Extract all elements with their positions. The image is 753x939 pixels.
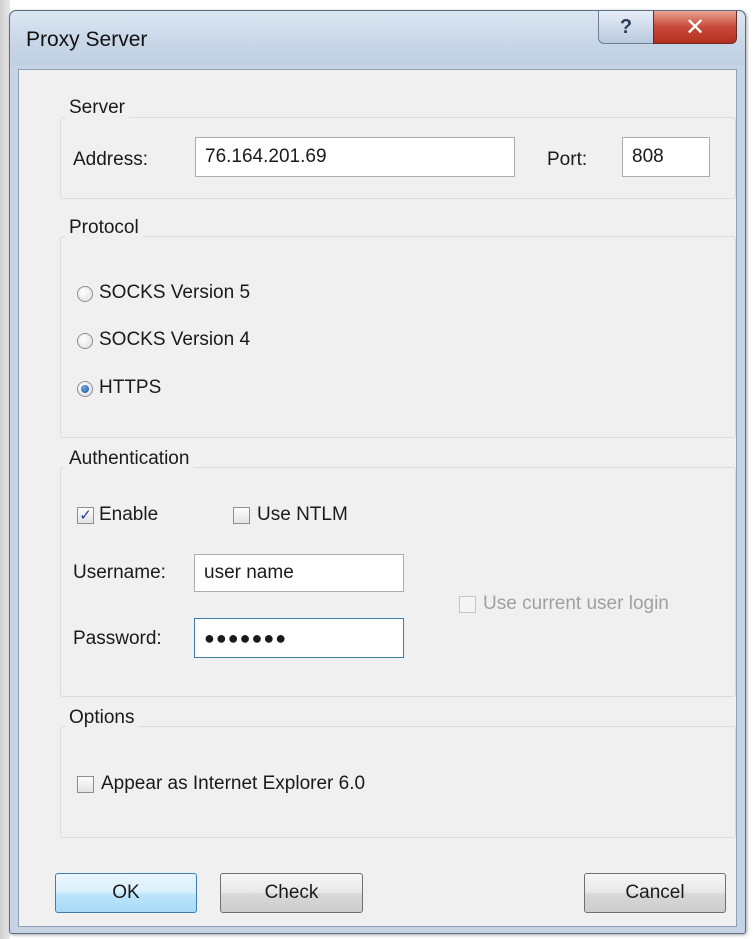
help-icon: ?: [619, 15, 633, 38]
address-field[interactable]: 76.164.201.69: [195, 137, 515, 177]
close-button[interactable]: ✕: [653, 11, 737, 44]
enable-checkbox-box[interactable]: ✓: [77, 507, 94, 524]
options-group-label: Options: [65, 707, 139, 729]
ok-button[interactable]: OK: [55, 873, 197, 913]
port-label: Port:: [547, 149, 588, 170]
close-icon: ✕: [684, 13, 706, 41]
proxy-server-dialog: Proxy Server ? ✕ Server Address: 76.164.…: [9, 10, 746, 934]
use-ntlm-checkbox-label[interactable]: Use NTLM: [257, 504, 348, 526]
radio-socks4-button[interactable]: [77, 333, 93, 349]
dialog-client-area: Server Address: 76.164.201.69 Port: 808 …: [18, 69, 737, 927]
password-field[interactable]: ●●●●●●●: [194, 618, 404, 658]
title-bar[interactable]: Proxy Server ? ✕: [10, 11, 745, 65]
help-button[interactable]: ?: [598, 11, 654, 44]
address-value: 76.164.201.69: [205, 146, 327, 167]
check-button[interactable]: Check: [220, 873, 363, 913]
appear-ie-checkbox-label[interactable]: Appear as Internet Explorer 6.0: [101, 773, 365, 795]
enable-checkbox-label[interactable]: Enable: [99, 504, 158, 526]
check-button-label: Check: [264, 882, 319, 903]
radio-https-button[interactable]: [77, 381, 93, 397]
authentication-group-label: Authentication: [65, 448, 194, 470]
cancel-button-label: Cancel: [625, 882, 685, 903]
dialog-title: Proxy Server: [26, 28, 148, 51]
use-ntlm-checkbox-box[interactable]: [233, 507, 250, 524]
port-value: 808: [632, 146, 664, 167]
password-value: ●●●●●●●: [204, 627, 288, 648]
ok-button-label: OK: [112, 882, 140, 903]
username-label: Username:: [73, 562, 166, 583]
radio-https-label[interactable]: HTTPS: [99, 377, 161, 399]
protocol-group-label: Protocol: [65, 217, 143, 239]
radio-socks5-button[interactable]: [77, 286, 93, 302]
server-group-label: Server: [65, 97, 129, 119]
appear-ie-checkbox-box[interactable]: [77, 776, 94, 793]
radio-socks5-label[interactable]: SOCKS Version 5: [99, 282, 250, 304]
use-current-login-checkbox-box[interactable]: [459, 596, 476, 613]
password-label: Password:: [73, 628, 162, 649]
cancel-button[interactable]: Cancel: [584, 873, 726, 913]
username-value: user name: [204, 562, 294, 583]
username-field[interactable]: user name: [194, 554, 404, 592]
check-mark-icon: ✓: [79, 507, 92, 524]
radio-socks4-label[interactable]: SOCKS Version 4: [99, 329, 250, 351]
use-current-login-label[interactable]: Use current user login: [483, 593, 669, 615]
port-field[interactable]: 808: [622, 137, 710, 177]
address-label: Address:: [73, 149, 148, 170]
